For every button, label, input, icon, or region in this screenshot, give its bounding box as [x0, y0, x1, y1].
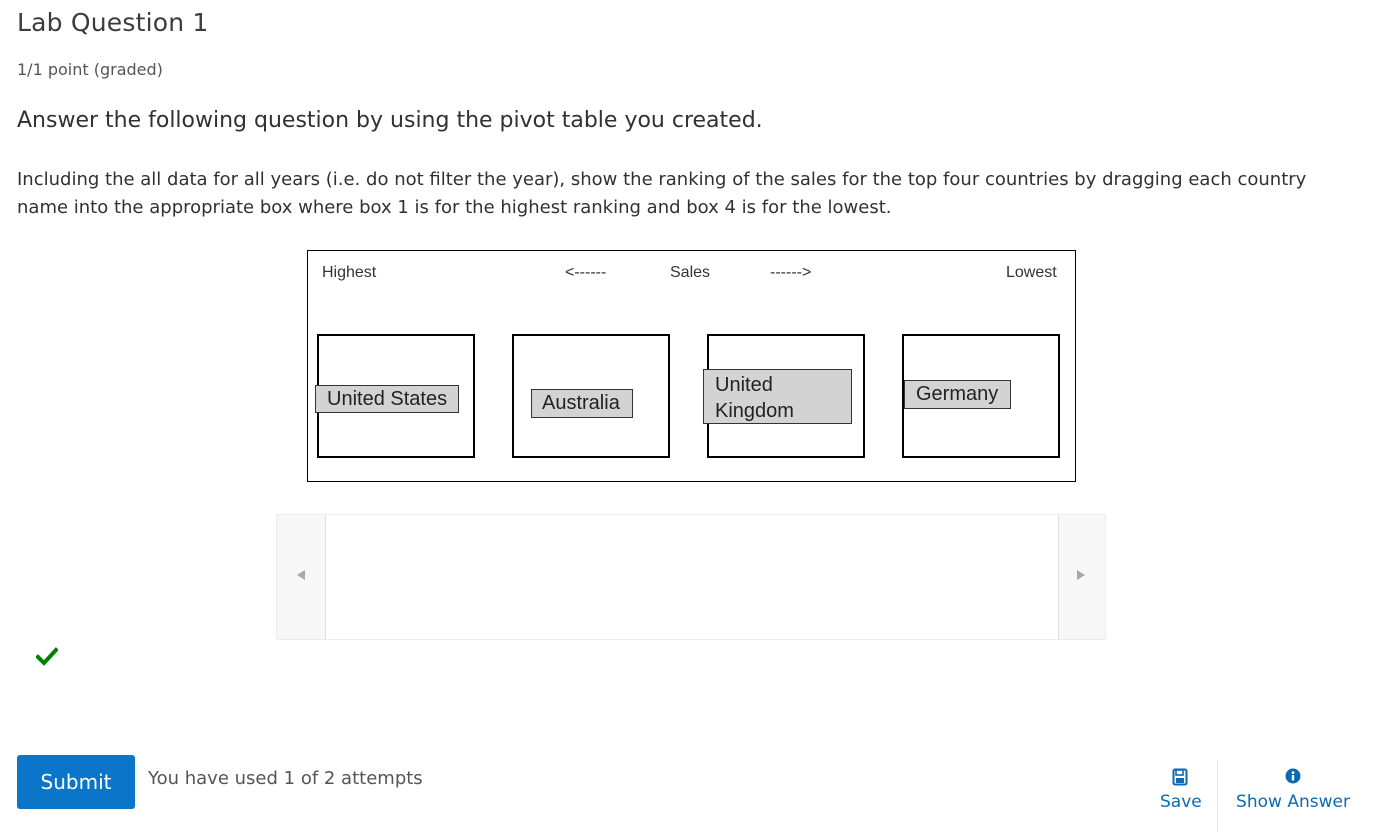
save-label: Save [1160, 792, 1202, 812]
question-instructions: Including the all data for all years (i.… [17, 169, 1307, 218]
drag-drop-target-image: Highest <------ Sales ------> Lowest Uni… [307, 250, 1076, 482]
draggable-item-united-kingdom[interactable]: United Kingdom [703, 369, 852, 424]
item-palette [276, 514, 1106, 640]
draggable-item-australia[interactable]: Australia [531, 389, 633, 418]
info-icon [1236, 768, 1350, 788]
save-button[interactable]: Save [1160, 768, 1202, 812]
label-lowest: Lowest [1006, 264, 1057, 281]
label-left-arrow: <------ [565, 264, 607, 281]
show-answer-label: Show Answer [1236, 792, 1350, 812]
save-icon [1160, 768, 1200, 788]
problem-score: 1/1 point (graded) [17, 60, 163, 79]
palette-next-icon[interactable] [1071, 567, 1091, 587]
submit-button[interactable]: Submit [17, 755, 135, 809]
palette-items-area [325, 515, 1059, 639]
action-divider [1217, 760, 1218, 832]
question-heading: Answer the following question by using t… [17, 108, 763, 133]
problem-title: Lab Question 1 [17, 8, 209, 37]
correct-check-icon [35, 646, 59, 668]
show-answer-button[interactable]: Show Answer [1236, 768, 1350, 812]
palette-prev-icon[interactable] [291, 567, 311, 587]
label-highest: Highest [322, 264, 377, 281]
label-sales: Sales [670, 264, 711, 281]
draggable-item-united-states[interactable]: United States [315, 385, 459, 413]
attempts-text: You have used 1 of 2 attempts [148, 768, 423, 789]
label-right-arrow: ------> [770, 264, 812, 281]
draggable-item-germany[interactable]: Germany [904, 380, 1011, 409]
